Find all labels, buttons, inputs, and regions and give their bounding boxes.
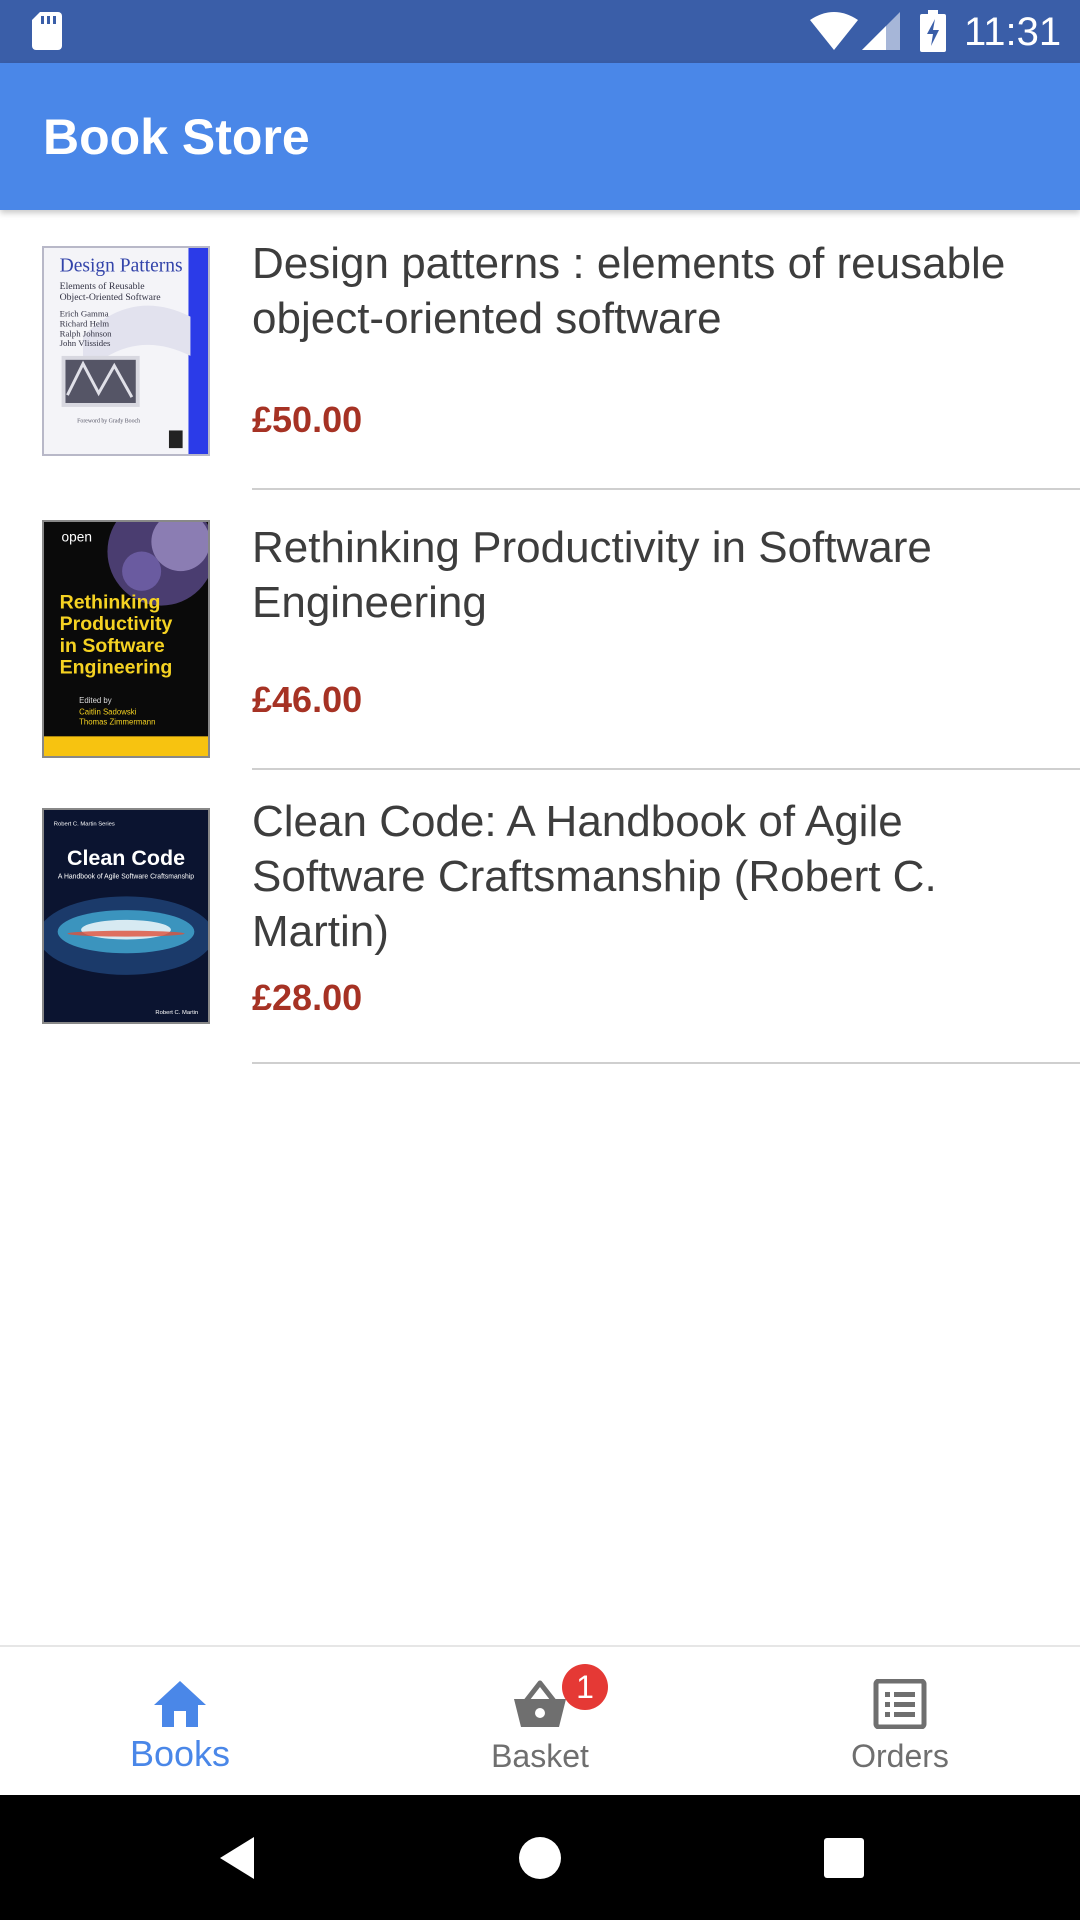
svg-text:Ralph Johnson: Ralph Johnson [60, 328, 113, 338]
app-bar: Book Store [0, 63, 1080, 210]
book-price: £50.00 [252, 399, 363, 440]
svg-text:Caitlin Sadowski: Caitlin Sadowski [79, 708, 136, 717]
sd-card-icon [32, 12, 62, 50]
home-circle-icon[interactable] [515, 1833, 565, 1883]
book-cover-image: Robert C. Martin Series Clean Code A Han… [42, 808, 210, 1024]
svg-text:Elements of Reusable: Elements of Reusable [60, 281, 145, 292]
bottom-navigation: Books Basket Orders [0, 1645, 1080, 1795]
wifi-icon [810, 12, 858, 50]
svg-text:in Software: in Software [60, 635, 165, 657]
tab-label: Books [129, 1733, 231, 1774]
book-list-item[interactable]: Robert C. Martin Series Clean Code A Han… [0, 770, 1080, 1066]
orders-list-icon [873, 1679, 927, 1729]
tab-basket[interactable]: Basket [360, 1647, 720, 1797]
tab-label: Basket [491, 1738, 589, 1774]
basket-count-badge: 1 [562, 1664, 608, 1710]
svg-text:Thomas Zimmermann: Thomas Zimmermann [79, 718, 155, 727]
svg-text:John Vlissides: John Vlissides [60, 338, 111, 348]
svg-text:Erich Gamma: Erich Gamma [60, 309, 109, 319]
back-icon[interactable] [212, 1833, 262, 1883]
battery-charging-icon [920, 10, 946, 52]
book-list-item[interactable]: open Rethinking Productivity in Software… [0, 490, 1080, 770]
svg-text:Rethinking: Rethinking [60, 591, 161, 613]
book-title: Clean Code: A Handbook of Agile Software… [252, 797, 937, 956]
svg-text:open: open [62, 530, 92, 545]
svg-text:Robert C. Martin Series: Robert C. Martin Series [54, 822, 115, 828]
book-price: £46.00 [252, 679, 363, 720]
signal-icon [862, 12, 900, 50]
status-clock: 11:31 [964, 10, 1062, 54]
book-cover-image: open Rethinking Productivity in Software… [42, 520, 210, 758]
system-navigation-bar [0, 1795, 1080, 1920]
svg-text:Richard Helm: Richard Helm [60, 318, 110, 328]
svg-text:Engineering: Engineering [60, 656, 173, 678]
book-price: £28.00 [252, 977, 363, 1018]
book-title: Design patterns : elements of reusable o… [252, 239, 1006, 343]
home-icon [154, 1681, 206, 1727]
svg-text:Productivity: Productivity [60, 613, 173, 635]
list-divider [252, 1062, 1080, 1064]
cover-heading: Design Patterns [60, 256, 183, 277]
tab-label: Orders [851, 1738, 949, 1774]
status-bar: 11:31 [0, 0, 1080, 63]
basket-icon [514, 1680, 566, 1727]
book-list-item[interactable]: Design Patterns Elements of Reusable Obj… [0, 210, 1080, 490]
recents-icon[interactable] [819, 1833, 869, 1883]
tab-books[interactable]: Books [0, 1647, 360, 1797]
svg-text:Object-Oriented Software: Object-Oriented Software [60, 292, 161, 303]
svg-text:Foreword by Grady Booch: Foreword by Grady Booch [77, 419, 140, 425]
svg-text:A Handbook of Agile Software C: A Handbook of Agile Software Craftsmansh… [58, 874, 194, 881]
book-title: Rethinking Productivity in Software Engi… [252, 523, 932, 627]
svg-text:Edited by: Edited by [79, 696, 112, 705]
tab-orders[interactable]: Orders [720, 1647, 1080, 1797]
svg-text:Clean Code: Clean Code [67, 846, 185, 870]
page-title: Book Store [43, 109, 310, 165]
svg-text:Robert C. Martin: Robert C. Martin [155, 1010, 198, 1016]
book-cover-image: Design Patterns Elements of Reusable Obj… [42, 246, 210, 456]
